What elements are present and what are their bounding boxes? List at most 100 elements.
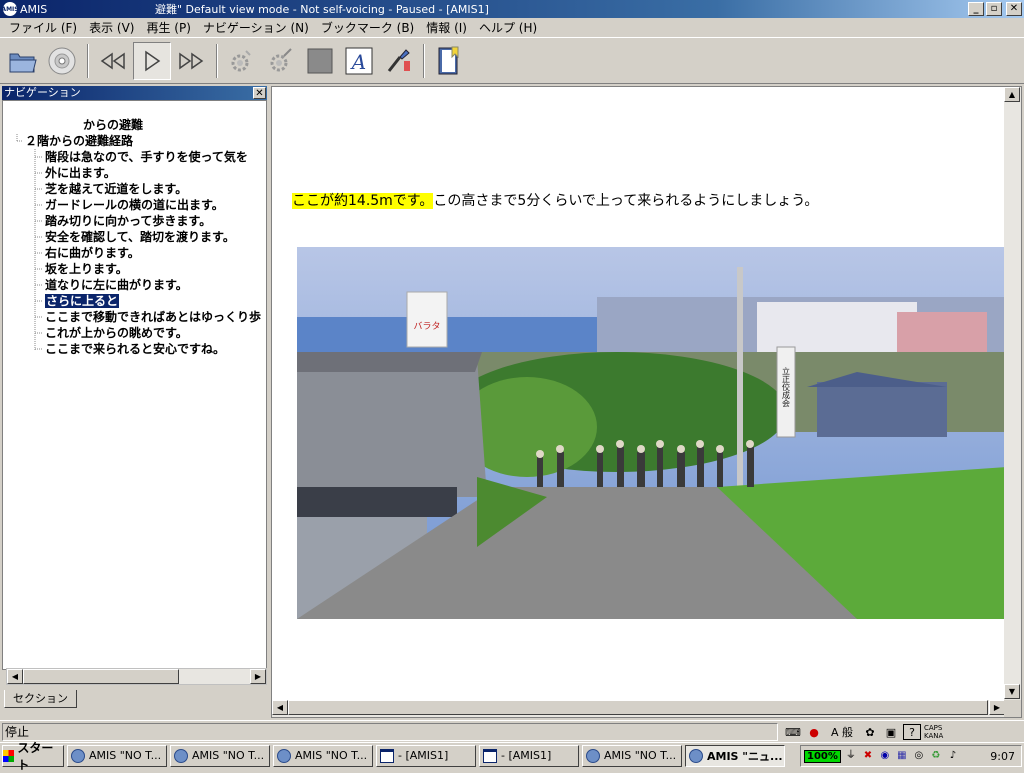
close-button[interactable]: ✕ bbox=[1006, 2, 1022, 16]
gear-wrench-icon bbox=[270, 47, 292, 71]
volume-icon[interactable]: ♪ bbox=[946, 749, 960, 763]
disc-icon[interactable]: ◎ bbox=[912, 749, 926, 763]
svg-text:A: A bbox=[350, 50, 366, 74]
menu-view[interactable]: 表示 (V) bbox=[83, 19, 140, 36]
amis-icon: AMIS bbox=[1, 2, 19, 16]
content-horizontal-scrollbar[interactable]: ◀ ▶ bbox=[272, 700, 1005, 717]
window-icon bbox=[380, 748, 394, 763]
font-a-icon: A bbox=[345, 47, 373, 74]
network-icon[interactable]: ◉ bbox=[878, 749, 892, 763]
play-icon bbox=[145, 50, 161, 71]
taskbar-item[interactable]: AMIS "NO T... bbox=[170, 744, 270, 767]
ime-pad-icon[interactable]: ▣ bbox=[882, 724, 900, 740]
tree-item[interactable]: 安全を確認して、踏切を渡ります。 bbox=[45, 229, 235, 245]
title-bar: AMIS AMIS 避難" Default view mode - Not se… bbox=[0, 0, 1024, 18]
window-title: 避難" Default view mode - Not self-voicing… bbox=[155, 3, 489, 16]
content-rest: この高さまで5分くらいで上って来られるようにしましょう。 bbox=[433, 193, 819, 209]
content-vertical-scrollbar[interactable]: ▲ ▼ bbox=[1004, 87, 1021, 701]
scroll-left-icon[interactable]: ◀ bbox=[7, 669, 23, 684]
help-icon[interactable]: ? bbox=[903, 724, 921, 740]
menu-play[interactable]: 再生 (P) bbox=[140, 19, 196, 36]
navigation-tabs: セクション bbox=[4, 690, 77, 712]
toolbar: A bbox=[0, 37, 1024, 84]
tree-item[interactable]: これが上からの眺めです。 bbox=[45, 325, 188, 341]
tree-item-selected[interactable]: さらに上ると bbox=[45, 293, 120, 309]
settings-button[interactable] bbox=[223, 42, 261, 80]
play-button[interactable] bbox=[133, 41, 171, 80]
gear-icon bbox=[231, 49, 251, 71]
content-pane: ここが約14.5mです。この高さまで5分くらいで上って来られるようにしましょう。… bbox=[271, 86, 1022, 718]
windows-logo-icon bbox=[3, 749, 15, 762]
open-folder-button[interactable] bbox=[4, 42, 42, 80]
ime-status-icon[interactable]: ● bbox=[805, 724, 823, 740]
menu-help[interactable]: ヘルプ (H) bbox=[473, 19, 543, 36]
tree-item[interactable]: 坂を上ります。 bbox=[45, 261, 128, 277]
tree-item[interactable]: 踏み切りに向かって歩きます。 bbox=[45, 213, 211, 229]
content-text: ここが約14.5mです。この高さまで5分くらいで上って来られるようにしましょう。 bbox=[292, 190, 818, 210]
security-icon[interactable]: ✖ bbox=[861, 749, 875, 763]
menu-bookmark[interactable]: ブックマーク (B) bbox=[315, 19, 420, 36]
fast-forward-button[interactable] bbox=[172, 42, 210, 80]
start-label: スタート bbox=[17, 740, 54, 772]
tree-item[interactable]: 右に曲がります。 bbox=[45, 245, 140, 261]
menu-navigation[interactable]: ナビゲーション (N) bbox=[197, 19, 315, 36]
scroll-up-icon[interactable]: ▲ bbox=[1004, 87, 1020, 102]
menu-file[interactable]: ファイル (F) bbox=[3, 19, 83, 36]
stop-button[interactable] bbox=[301, 42, 339, 80]
sync-icon[interactable]: ♻ bbox=[929, 749, 943, 763]
tree-item[interactable]: 階段は急なので、手すりを使って気を bbox=[45, 149, 248, 165]
tab-section[interactable]: セクション bbox=[4, 690, 77, 708]
font-button[interactable]: A bbox=[340, 42, 378, 80]
amis-icon bbox=[71, 748, 85, 763]
minimize-button[interactable]: _ bbox=[968, 2, 984, 16]
scroll-down-icon[interactable]: ▼ bbox=[1004, 684, 1020, 699]
clock[interactable]: 9:07 bbox=[990, 750, 1015, 763]
photo-sign: バラタ bbox=[413, 321, 440, 332]
scroll-right-icon[interactable]: ▶ bbox=[250, 669, 266, 684]
preferences-button[interactable] bbox=[262, 42, 300, 80]
tree-item-evacuation[interactable]: からの避難 bbox=[83, 117, 143, 133]
ime-mode[interactable]: A 般 bbox=[826, 724, 858, 740]
open-cd-button[interactable] bbox=[43, 42, 81, 80]
tree-item[interactable]: 外に出ます。 bbox=[45, 165, 116, 181]
tree-item[interactable]: 芝を越えて近道をします。 bbox=[45, 181, 187, 197]
window-icon bbox=[483, 748, 497, 763]
amis-icon bbox=[689, 748, 703, 763]
tree-item[interactable]: ガードレールの横の道に出ます。 bbox=[45, 197, 224, 213]
toolbar-separator bbox=[87, 43, 89, 78]
power-plug-icon[interactable]: ⏚ bbox=[844, 749, 858, 763]
rewind-button[interactable] bbox=[94, 42, 132, 80]
scroll-right-icon[interactable]: ▶ bbox=[989, 700, 1005, 715]
navigation-close-button[interactable]: ✕ bbox=[253, 87, 266, 99]
battery-indicator[interactable]: 100% bbox=[804, 749, 841, 763]
scroll-thumb[interactable] bbox=[288, 700, 988, 715]
navigation-header: ナビゲーション ✕ bbox=[2, 86, 267, 100]
amis-icon bbox=[174, 748, 188, 763]
toolbar-separator bbox=[216, 43, 218, 78]
start-button[interactable]: スタート bbox=[2, 741, 64, 772]
taskbar-item[interactable]: AMIS "NO T... bbox=[67, 744, 167, 767]
taskbar-item-active[interactable]: AMIS "ニュ... bbox=[685, 744, 785, 767]
taskbar-item[interactable]: AMIS "NO T... bbox=[273, 744, 373, 767]
ime-tools-icon[interactable]: ✿ bbox=[861, 724, 879, 740]
keyboard-icon[interactable]: ⌨ bbox=[784, 724, 802, 740]
tree-item[interactable]: ここまで移動できればあとはゆっくり歩 bbox=[45, 309, 261, 325]
taskbar-item[interactable]: - [AMIS1] bbox=[376, 744, 476, 767]
navigation-horizontal-scrollbar[interactable]: ◀ ▶ bbox=[6, 668, 267, 685]
color-button[interactable] bbox=[379, 42, 417, 80]
taskbar-item[interactable]: AMIS "NO T... bbox=[582, 744, 682, 767]
display-icon[interactable]: ▦ bbox=[895, 749, 909, 763]
menu-info[interactable]: 情報 (I) bbox=[420, 19, 473, 36]
taskbar-item[interactable]: - [AMIS1] bbox=[479, 744, 579, 767]
ime-toolbar: ⌨ ● A 般 ✿ ▣ ? CAPS KANA bbox=[784, 723, 1020, 741]
folder-icon bbox=[9, 53, 37, 72]
tree-item-second-floor-route[interactable]: ２階からの避難経路 bbox=[25, 133, 133, 149]
maximize-button[interactable]: ▫ bbox=[986, 2, 1002, 16]
tree-item[interactable]: ここまで来られると安心ですね。 bbox=[45, 341, 225, 357]
scroll-thumb[interactable] bbox=[23, 669, 179, 684]
navigation-tree[interactable]: からの避難 ２階からの避難経路 階段は急なので、手すりを使って気を 外に出ます。… bbox=[2, 100, 267, 670]
content-photo: バラタ 立正佼成会 bbox=[297, 247, 1007, 619]
scroll-left-icon[interactable]: ◀ bbox=[272, 700, 288, 715]
bookmark-button[interactable] bbox=[430, 42, 468, 80]
tree-item[interactable]: 道なりに左に曲がります。 bbox=[45, 277, 188, 293]
